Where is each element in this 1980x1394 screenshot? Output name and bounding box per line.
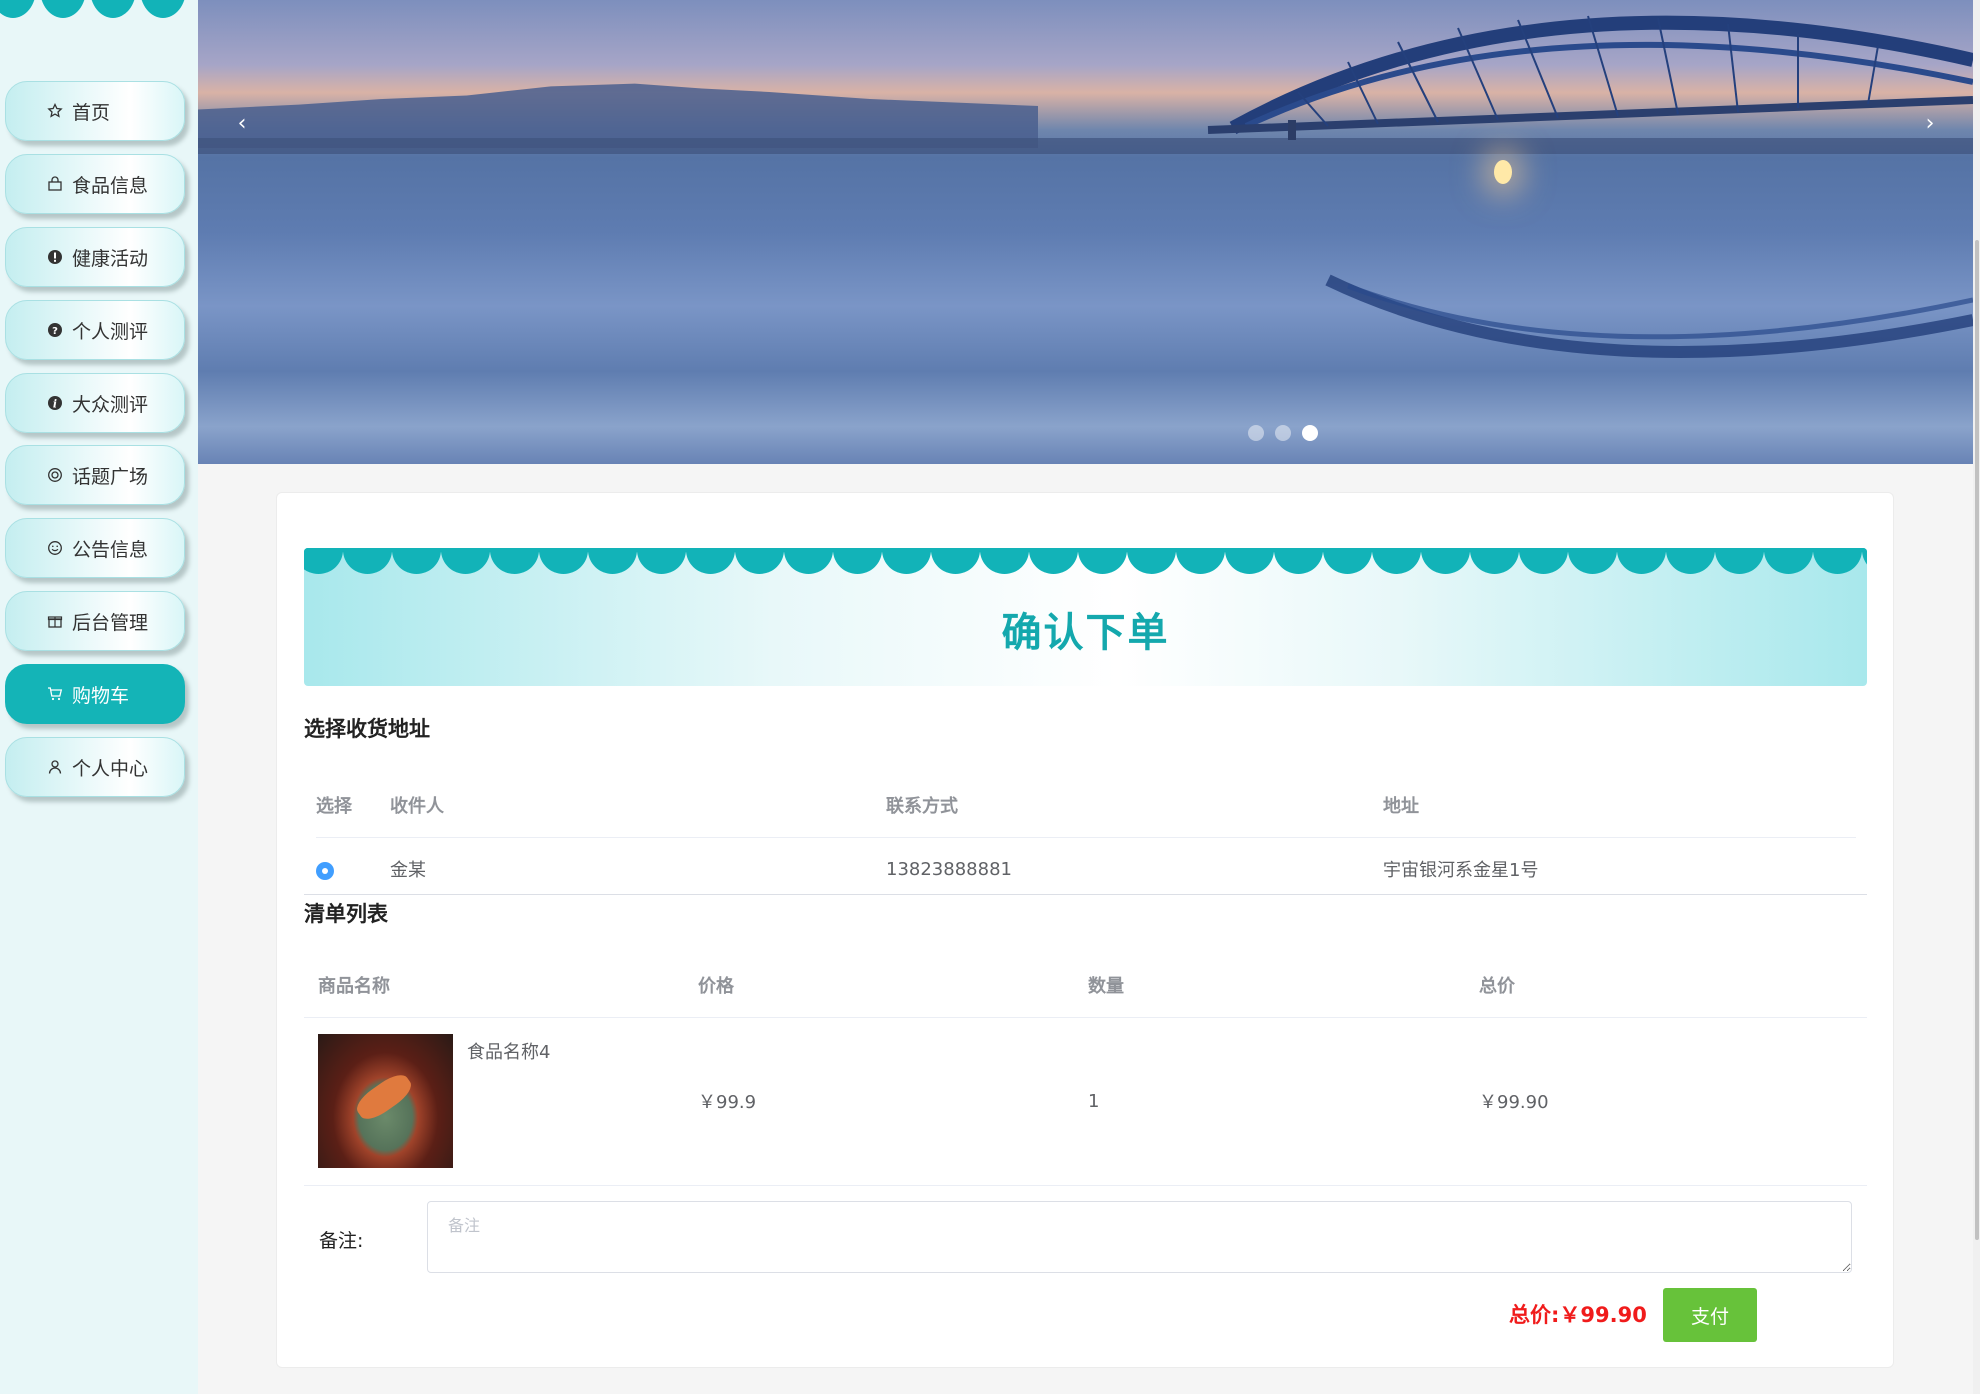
column-header: 总价 bbox=[1479, 953, 1867, 1018]
sidebar-item-admin[interactable]: 后台管理 bbox=[5, 591, 185, 651]
banner-carousel: ‹ › bbox=[198, 0, 1973, 464]
pay-button[interactable]: 支付 bbox=[1663, 1288, 1757, 1342]
sidebar-item-cart[interactable]: 购物车 bbox=[5, 664, 185, 724]
sidebar-item-label: 健康活动 bbox=[72, 247, 149, 270]
smile-icon bbox=[46, 539, 64, 557]
column-header: 商品名称 bbox=[304, 953, 698, 1018]
order-total: 总价:￥99.90 bbox=[1509, 1299, 1647, 1329]
sidebar-item-public-assessment[interactable]: i 大众测评 bbox=[5, 373, 185, 433]
table-row: 食品名称4 ￥99.9 1 ￥99.90 bbox=[304, 1017, 1867, 1186]
cart-icon bbox=[46, 685, 64, 703]
star-icon bbox=[46, 102, 64, 120]
banner-dot-active[interactable] bbox=[1302, 425, 1318, 441]
remark-input[interactable] bbox=[427, 1201, 1852, 1273]
sidebar-item-personal-assessment[interactable]: ? 个人测评 bbox=[5, 300, 185, 360]
column-header: 地址 bbox=[1383, 773, 1856, 838]
address-cell: 宇宙银河系金星1号 bbox=[1383, 860, 1539, 882]
alert-icon bbox=[46, 248, 64, 266]
banner-prev-arrow[interactable]: ‹ bbox=[230, 112, 254, 136]
sidebar-item-label: 后台管理 bbox=[72, 611, 149, 634]
sidebar-item-health-activity[interactable]: 健康活动 bbox=[5, 227, 185, 287]
column-header: 数量 bbox=[1088, 953, 1479, 1018]
product-name[interactable]: 食品名称4 bbox=[467, 1038, 550, 1064]
address-table: 选择 收件人 联系方式 地址 金某 13823888881 宇宙银河系金星1号 bbox=[316, 773, 1856, 901]
total-label: 总价: bbox=[1509, 1303, 1560, 1327]
subtotal-cell: ￥99.90 bbox=[1479, 1017, 1867, 1186]
banner-indicators bbox=[1248, 425, 1318, 441]
sidebar: 首页 食品信息 健康活动 ? 个人测评 i 大众测评 话题广场 公告信息 后台管… bbox=[0, 0, 198, 1394]
sidebar-item-label: 大众测评 bbox=[72, 393, 149, 416]
sidebar-item-food-info[interactable]: 食品信息 bbox=[5, 154, 185, 214]
sidebar-item-label: 购物车 bbox=[72, 684, 130, 707]
sidebar-item-label: 首页 bbox=[72, 101, 111, 124]
sidebar-item-profile[interactable]: 个人中心 bbox=[5, 737, 185, 797]
order-confirm-card: 确认下单 选择收货地址 选择 收件人 联系方式 地址 金某 1382388888… bbox=[276, 492, 1894, 1368]
product-image[interactable] bbox=[318, 1033, 453, 1168]
order-items-table: 商品名称 价格 数量 总价 食品名称4 ￥99.9 1 ￥99.90 bbox=[304, 953, 1867, 1186]
title-scallop-decoration bbox=[304, 548, 1867, 574]
sidebar-scallop-decoration bbox=[0, 0, 198, 20]
svg-text:i: i bbox=[53, 398, 57, 411]
chat-icon bbox=[46, 466, 64, 484]
question-icon: ? bbox=[46, 321, 64, 339]
quantity-cell: 1 bbox=[1088, 1017, 1479, 1186]
divider bbox=[304, 894, 1867, 895]
sidebar-item-label: 公告信息 bbox=[72, 538, 149, 561]
column-header: 收件人 bbox=[390, 773, 886, 838]
bridge-illustration bbox=[1207, 15, 1973, 358]
list-section-title: 清单列表 bbox=[304, 902, 388, 926]
total-value: ￥99.90 bbox=[1559, 1303, 1647, 1327]
title-banner: 确认下单 bbox=[304, 548, 1867, 686]
address-radio[interactable] bbox=[316, 862, 334, 881]
page-title: 确认下单 bbox=[1001, 610, 1170, 656]
price-cell: ￥99.9 bbox=[698, 1017, 1088, 1186]
sidebar-item-label: 食品信息 bbox=[72, 174, 149, 197]
info-icon: i bbox=[46, 394, 64, 412]
product-cell: 食品名称4 bbox=[304, 1017, 698, 1186]
column-header: 价格 bbox=[698, 953, 1088, 1018]
svg-text:?: ? bbox=[52, 326, 58, 337]
banner-dot[interactable] bbox=[1275, 425, 1291, 441]
recipient-cell: 金某 bbox=[390, 860, 426, 882]
remark-label: 备注: bbox=[319, 1230, 364, 1252]
column-header: 选择 bbox=[316, 773, 390, 838]
bag-icon bbox=[46, 175, 64, 193]
page-scrollbar-thumb[interactable] bbox=[1975, 240, 1979, 1240]
gift-icon bbox=[46, 612, 64, 630]
sidebar-item-announcements[interactable]: 公告信息 bbox=[5, 518, 185, 578]
banner-next-arrow[interactable]: › bbox=[1918, 112, 1942, 136]
column-header: 联系方式 bbox=[886, 773, 1383, 838]
user-icon bbox=[46, 758, 64, 776]
phone-cell: 13823888881 bbox=[886, 858, 1012, 880]
sidebar-item-home[interactable]: 首页 bbox=[5, 81, 185, 141]
sidebar-item-label: 话题广场 bbox=[72, 465, 149, 488]
banner-dot[interactable] bbox=[1248, 425, 1264, 441]
sidebar-item-topic-square[interactable]: 话题广场 bbox=[5, 445, 185, 505]
sidebar-item-label: 个人测评 bbox=[72, 320, 149, 343]
address-section-title: 选择收货地址 bbox=[304, 717, 430, 741]
address-row[interactable]: 金某 13823888881 宇宙银河系金星1号 bbox=[316, 837, 1856, 901]
sidebar-item-label: 个人中心 bbox=[72, 757, 149, 780]
